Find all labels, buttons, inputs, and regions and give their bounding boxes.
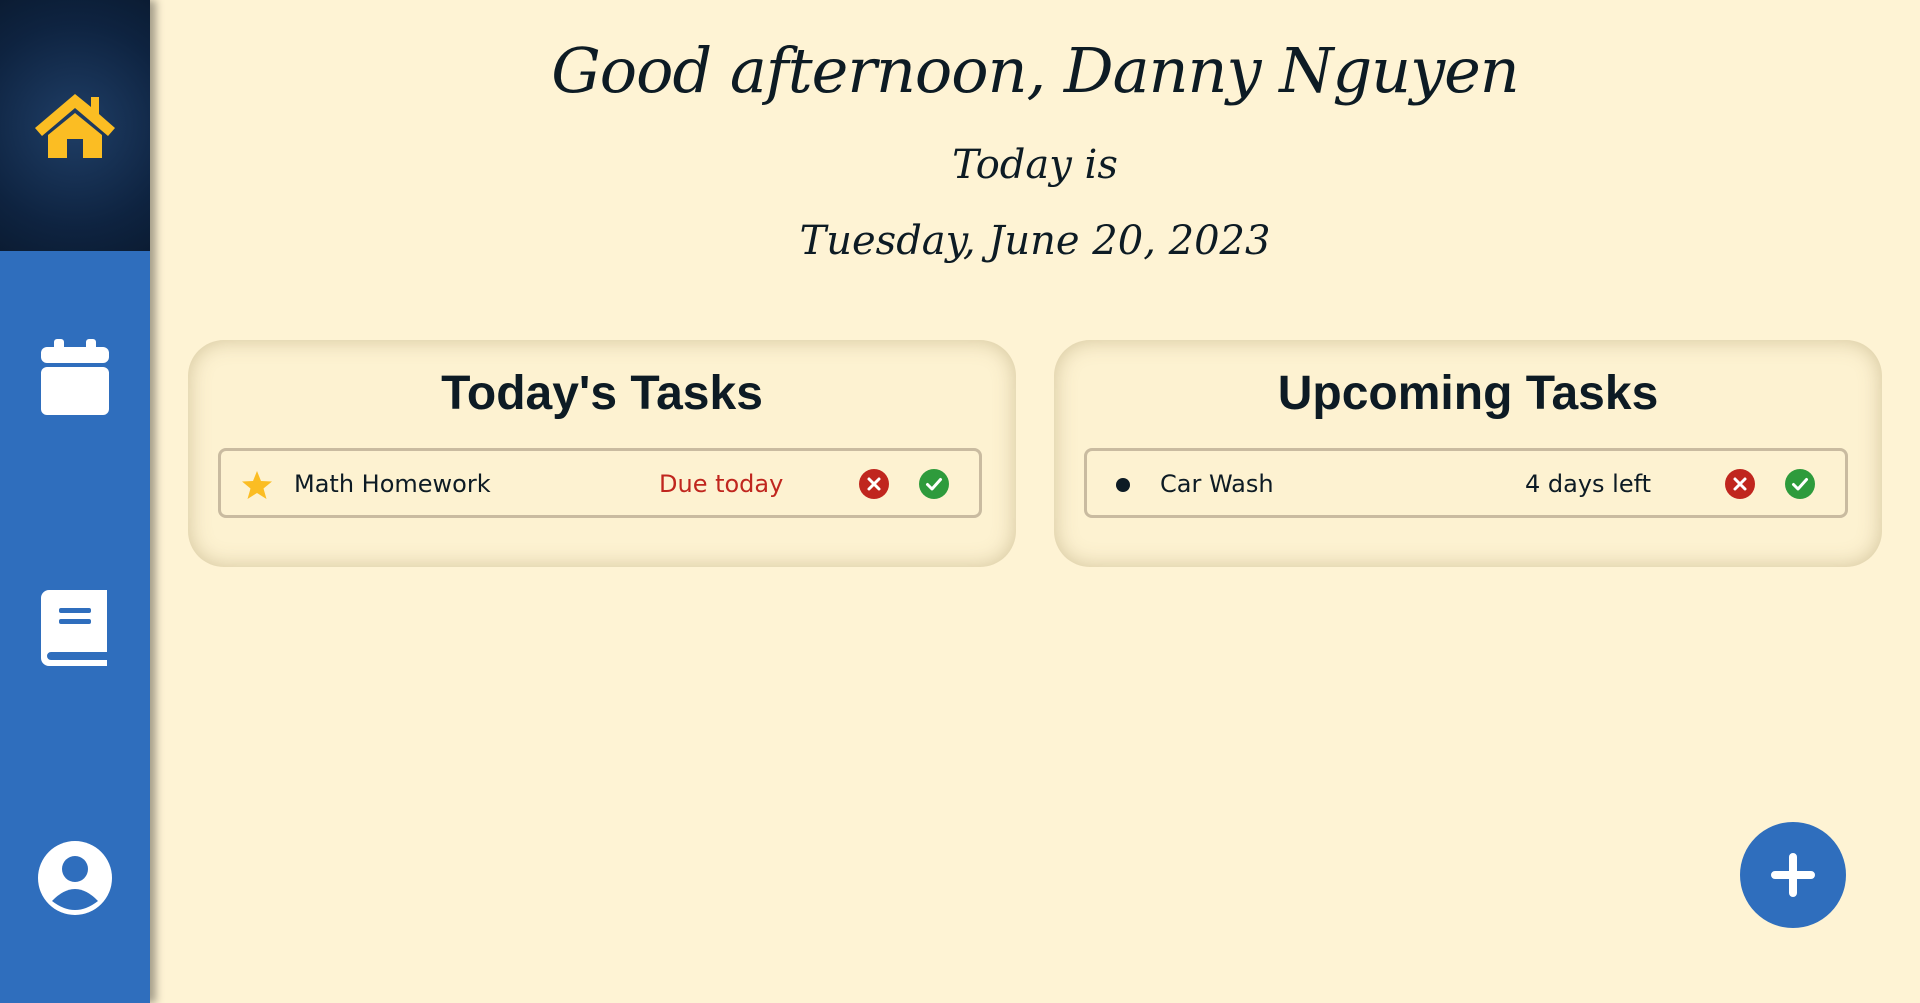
complete-task-button[interactable] [919, 469, 949, 499]
task-due-status: 4 days left [1525, 470, 1652, 498]
task-due-status: Due today [659, 470, 784, 498]
current-date: Tuesday, June 20, 2023 [799, 218, 1271, 264]
todays-tasks-panel: Today's Tasks Math Homework Due today [188, 340, 1016, 567]
today-is-label: Today is [952, 142, 1118, 188]
star-icon [241, 469, 273, 501]
sidebar-item-calendar[interactable] [0, 251, 150, 502]
task-name: Math Homework [294, 470, 491, 498]
book-icon [41, 589, 107, 666]
upcoming-tasks-panel: Upcoming Tasks Car Wash 4 days left [1054, 340, 1882, 567]
greeting-text: Good afternoon, Danny Nguyen [551, 34, 1519, 107]
close-circle-icon [1725, 469, 1755, 499]
sidebar-item-home[interactable] [0, 0, 150, 251]
calendar-icon [41, 338, 109, 415]
plus-icon [1771, 853, 1815, 897]
check-circle-icon [919, 469, 949, 499]
bullet-icon [1107, 469, 1139, 501]
sidebar-item-library[interactable] [0, 502, 150, 753]
sidebar [0, 0, 150, 1003]
home-icon [35, 93, 115, 158]
delete-task-button[interactable] [859, 469, 889, 499]
task-row[interactable]: Math Homework Due today [218, 448, 982, 518]
task-row[interactable]: Car Wash 4 days left [1084, 448, 1848, 518]
add-task-button[interactable] [1740, 822, 1846, 928]
user-icon [38, 840, 112, 915]
complete-task-button[interactable] [1785, 469, 1815, 499]
sidebar-item-profile[interactable] [0, 752, 150, 1003]
todays-tasks-title: Today's Tasks [441, 367, 763, 420]
delete-task-button[interactable] [1725, 469, 1755, 499]
task-name: Car Wash [1160, 470, 1274, 498]
upcoming-tasks-title: Upcoming Tasks [1277, 367, 1659, 420]
close-circle-icon [859, 469, 889, 499]
check-circle-icon [1785, 469, 1815, 499]
